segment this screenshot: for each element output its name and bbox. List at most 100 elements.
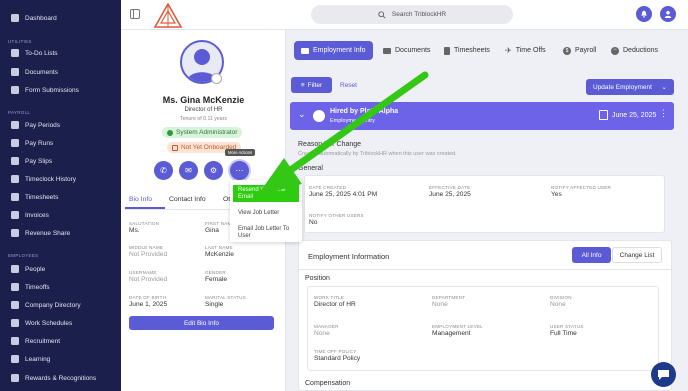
profile-name: Ms. Gina McKenzie — [162, 95, 245, 105]
sidebar-item-timeoffs[interactable]: Timeoffs — [11, 283, 50, 291]
reason-subtitle: Created automatically by TriblockHR when… — [298, 151, 457, 157]
tab-bio-info[interactable]: Bio Info — [129, 196, 152, 203]
tab-employment-info[interactable]: Employment Info — [294, 41, 373, 60]
tab-documents[interactable]: Documents — [383, 41, 430, 60]
field-value-username: Not Provided — [129, 276, 168, 283]
recruit-icon — [11, 337, 19, 345]
plane-icon: ✈ — [505, 46, 512, 55]
directory-icon — [11, 301, 19, 309]
field-value-first-name: Gina — [205, 227, 219, 234]
sidebar-item-schedules[interactable]: Work Schedules — [11, 319, 72, 327]
check-circle-icon — [167, 129, 173, 136]
calendar-icon — [599, 110, 608, 120]
field-value-marital: Single — [205, 301, 224, 308]
change-list-button[interactable]: Change List — [612, 247, 662, 263]
alert-icon — [172, 144, 178, 151]
sidebar-item-revenue[interactable]: Revenue Share — [11, 229, 70, 237]
reset-link[interactable]: Reset — [340, 82, 357, 89]
calendar-icon — [11, 121, 19, 129]
field-value-notify-other: No — [309, 219, 318, 226]
field-label: DIVISION — [550, 295, 572, 300]
sidebar-item-timesheets[interactable]: Timesheets — [11, 193, 58, 201]
chat-button[interactable] — [651, 362, 676, 387]
general-card: DATE CREATED June 25, 2025 4:01 PM EFFEC… — [304, 175, 665, 233]
sidebar-section-utilities: UTILITIES — [8, 39, 32, 44]
sidebar-item-todo[interactable]: To-Do Lists — [11, 49, 58, 57]
phone-button[interactable]: ✆ — [154, 161, 173, 180]
invoice-icon — [11, 211, 19, 219]
employment-banner[interactable]: ⌄ Hired by Plato Alpha Employment Entry … — [290, 102, 674, 130]
sidebar-item-pay-periods[interactable]: Pay Periods — [11, 121, 60, 129]
sidebar-item-rewards[interactable]: Rewards & Recognitions — [11, 374, 96, 382]
sidebar-item-timeclock[interactable]: Timeclock History — [11, 175, 76, 183]
revenue-icon — [11, 229, 19, 237]
mail-icon: ✉ — [185, 166, 192, 175]
menu-item-resend-welcome[interactable]: Resend Welcome Email — [233, 185, 299, 202]
sidebar-item-learning[interactable]: Learning — [11, 355, 50, 363]
sidebar-item-pay-slips[interactable]: Pay Slips — [11, 157, 52, 165]
search-input[interactable]: Search TriblockHR — [311, 5, 513, 24]
search-icon — [378, 10, 386, 19]
sidebar-item-forms[interactable]: Form Submissions — [11, 86, 79, 94]
edit-avatar-icon[interactable] — [211, 73, 222, 84]
phone-icon: ✆ — [160, 166, 167, 175]
tab-deductions[interactable]: − Deductions — [611, 41, 658, 60]
general-heading: General — [298, 165, 323, 172]
field-value-division: None — [550, 301, 566, 308]
menu-item-view-job-letter[interactable]: View Job Letter — [233, 210, 299, 217]
minus-icon: − — [611, 46, 619, 55]
field-label: WORK TITLE — [314, 295, 344, 300]
kebab-menu-icon[interactable]: ⋮ — [659, 108, 668, 119]
tab-payroll[interactable]: $ Payroll — [563, 41, 596, 60]
dollar-icon: $ — [563, 46, 571, 55]
tab-contact-info[interactable]: Contact Info — [169, 196, 206, 203]
field-label: DATE OF BIRTH — [129, 295, 167, 300]
sidebar-item-directory[interactable]: Company Directory — [11, 301, 81, 309]
filter-button[interactable]: ≡ Filter — [291, 77, 332, 93]
sidebar: Dashboard UTILITIES To-Do Lists Document… — [0, 0, 121, 391]
field-label: NOTIFY AFFECTED USER — [551, 185, 612, 190]
sidebar-item-invoices[interactable]: Invoices — [11, 211, 49, 219]
compensation-heading: Compensation — [305, 380, 351, 387]
folder-icon — [11, 68, 19, 76]
chat-icon — [658, 369, 669, 380]
sidebar-item-dashboard[interactable]: Dashboard — [11, 14, 57, 22]
menu-item-email-job-letter[interactable]: Email Job Letter To User — [233, 226, 299, 240]
rewards-icon — [11, 374, 19, 382]
more-actions-button[interactable]: ⋯ — [230, 161, 249, 180]
schedule-icon — [11, 319, 19, 327]
edit-bio-button[interactable]: Edit Bio Info — [129, 316, 274, 330]
field-label: USERNAME — [129, 270, 157, 275]
sidebar-toggle-icon[interactable] — [130, 9, 140, 19]
dashboard-icon — [11, 14, 19, 22]
sidebar-item-pay-runs[interactable]: Pay Runs — [11, 139, 53, 147]
all-info-button[interactable]: All Info — [572, 247, 611, 263]
status-badge-admin: System Administrator — [162, 127, 243, 138]
field-value-salutation: Ms. — [129, 227, 140, 234]
user-avatar-icon[interactable] — [660, 6, 676, 22]
field-label: TIME OFF POLICY — [314, 349, 357, 354]
sidebar-item-recruitment[interactable]: Recruitment — [11, 337, 60, 345]
chevron-down-icon: ⌄ — [661, 84, 667, 91]
update-employment-button[interactable]: Update Employment ⌄ — [586, 79, 674, 95]
list-icon — [11, 49, 19, 57]
sidebar-item-documents[interactable]: Documents — [11, 68, 58, 76]
reason-title: Reason For Change — [298, 141, 362, 148]
email-button[interactable]: ✉ — [179, 161, 198, 180]
payslip-icon — [11, 157, 19, 165]
tab-timesheets[interactable]: Timesheets — [444, 41, 490, 60]
field-value-gender: Female — [205, 276, 227, 283]
field-value-middle-name: Not Provided — [129, 251, 168, 258]
bell-icon[interactable] — [636, 6, 652, 22]
timesheet-icon — [444, 46, 450, 55]
field-value-department: None — [432, 301, 448, 308]
settings-button[interactable]: ⚙ — [204, 161, 223, 180]
field-value-last-name: McKenzie — [205, 251, 234, 258]
field-label: SALUTATION — [129, 221, 160, 226]
user-circle-icon — [313, 110, 325, 122]
timesheet-icon — [11, 193, 19, 201]
tab-time-offs[interactable]: ✈ Time Offs — [505, 41, 546, 60]
sidebar-item-people[interactable]: People — [11, 265, 45, 273]
learning-icon — [11, 355, 19, 363]
employment-info-card: Employment Information All Info Change L… — [298, 240, 672, 391]
